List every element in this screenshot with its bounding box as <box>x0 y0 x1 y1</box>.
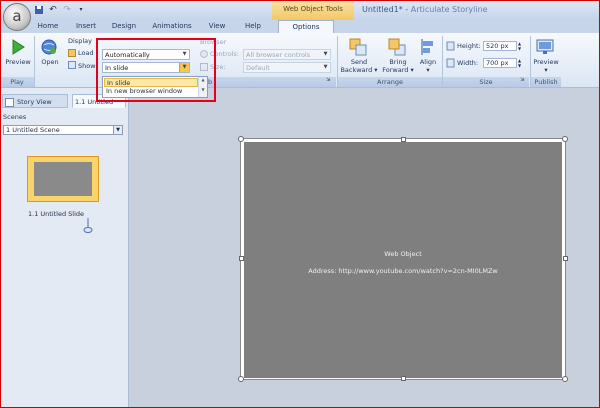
customize-qat-icon[interactable]: ▾ <box>76 5 86 15</box>
dialog-launcher-icon[interactable]: ⇲ <box>520 77 527 84</box>
send-backward-line2: Backward <box>340 66 373 74</box>
controls-dropdown[interactable]: All browser controls ▼ <box>243 49 331 60</box>
align-icon[interactable] <box>420 38 436 56</box>
browser-size-value: Default <box>246 64 270 72</box>
scene-select-value: 1 Untitled Scene <box>6 126 60 134</box>
width-value: 700 px <box>486 59 509 67</box>
open-button[interactable]: Open <box>38 58 62 66</box>
document-title: Untitled1* <box>362 5 403 14</box>
send-backward-icon[interactable] <box>349 38 367 56</box>
title-bar: ↶ ↷ ▾ Web Object Tools Untitled1* - Arti… <box>0 0 600 20</box>
scene-select[interactable]: 1 Untitled Scene ▼ <box>3 125 123 135</box>
app-menu-button[interactable]: a <box>3 3 31 31</box>
chevron-down-icon: ▼ <box>113 126 122 134</box>
load-icon <box>68 49 76 57</box>
bring-forward-line2: Forward <box>382 66 409 74</box>
tab-home[interactable]: Home <box>34 20 62 33</box>
slide-caption: 1.1 Untitled Slide <box>28 210 85 218</box>
ribbon-tabs: Home Insert Design Animations View Help … <box>0 20 600 33</box>
send-backward-button[interactable]: Send Backward ▾ <box>340 58 378 74</box>
browser-group-label: b <box>208 77 336 87</box>
publish-preview-icon[interactable] <box>536 39 554 55</box>
web-object-title: Web Object <box>384 250 422 258</box>
height-spinner-icon[interactable]: ▲ ▼ <box>518 41 525 51</box>
bring-forward-icon[interactable] <box>388 38 406 56</box>
display-header: Display <box>68 37 92 45</box>
width-icon <box>446 58 455 68</box>
width-input[interactable]: 700 px <box>483 58 517 68</box>
tab-story-view[interactable]: Story View <box>2 94 68 108</box>
tab-animations[interactable]: Animations <box>150 20 194 33</box>
show-label: Show <box>78 62 96 70</box>
width-spinner-icon[interactable]: ▲ ▼ <box>518 58 525 68</box>
window-title: Untitled1* - Articulate Storyline <box>362 5 488 14</box>
controls-value: All browser controls <box>246 51 311 59</box>
load-label: Load <box>78 49 94 57</box>
publish-group-label: Publish <box>531 77 561 87</box>
slide-thumbnail-preview <box>34 162 92 196</box>
chevron-down-icon: ▼ <box>323 51 328 57</box>
chevron-down-icon: ▼ <box>323 64 328 70</box>
size-group-label: Size <box>443 77 529 87</box>
resize-handle-top-left[interactable] <box>238 136 244 142</box>
height-icon <box>446 41 455 51</box>
resize-handle-top[interactable] <box>401 137 406 142</box>
send-backward-line1: Send <box>350 58 368 66</box>
align-label: Align <box>419 58 437 66</box>
resize-handle-left[interactable] <box>239 256 244 261</box>
web-object-tools-label: Web Object Tools <box>272 0 354 20</box>
slide: Web Object Address: http://www.youtube.c… <box>240 138 566 380</box>
scenes-label: Scenes <box>3 113 27 121</box>
story-view-label: Story View <box>17 98 52 106</box>
browser-size-dropdown[interactable]: Default ▼ <box>243 62 331 73</box>
resize-handle-bottom-right[interactable] <box>562 376 568 382</box>
resize-handle-bottom[interactable] <box>401 376 406 381</box>
app-logo: a <box>12 7 22 25</box>
width-label: Width: <box>457 59 479 67</box>
globe-icon[interactable] <box>40 38 58 56</box>
publish-preview-button[interactable]: Preview ▾ <box>532 58 560 74</box>
app-name: Articulate Storyline <box>410 5 488 14</box>
resize-handle-right[interactable] <box>563 256 568 261</box>
left-pane: Story View 1.1 Untitled Scenes 1 Untitle… <box>0 88 129 408</box>
align-button[interactable]: Align ▾ <box>418 58 438 74</box>
tab-help[interactable]: Help <box>241 20 265 33</box>
arrange-group-label: Arrange <box>338 77 442 87</box>
show-icon <box>68 61 76 69</box>
tab-insert[interactable]: Insert <box>72 20 100 33</box>
bring-forward-button[interactable]: Bring Forward ▾ <box>380 58 416 74</box>
ribbon: Preview Play Open Display Load Show Auto… <box>0 33 600 88</box>
resize-handle-bottom-left[interactable] <box>238 376 244 382</box>
web-object[interactable]: Web Object Address: http://www.youtube.c… <box>244 142 562 378</box>
highlight-box <box>96 38 216 102</box>
preview-button[interactable]: Preview <box>3 58 33 66</box>
tab-view[interactable]: View <box>205 20 229 33</box>
save-icon[interactable] <box>34 5 44 15</box>
height-value: 520 px <box>486 42 509 50</box>
publish-preview-label: Preview <box>533 58 559 66</box>
link-icon <box>82 218 94 234</box>
title-separator: - <box>402 5 411 14</box>
height-label: Height: <box>457 42 481 50</box>
height-input[interactable]: 520 px <box>483 41 517 51</box>
dialog-launcher-icon[interactable]: ⇲ <box>326 77 333 84</box>
play-group-label: Play <box>0 77 34 87</box>
story-view-icon <box>5 97 14 107</box>
tab-options[interactable]: Options <box>278 20 334 33</box>
resize-handle-top-right[interactable] <box>562 136 568 142</box>
play-icon[interactable] <box>11 39 25 55</box>
bring-forward-line1: Bring <box>389 58 407 66</box>
tab-design[interactable]: Design <box>110 20 138 33</box>
undo-icon[interactable]: ↶ <box>48 5 58 15</box>
separator <box>34 36 35 87</box>
slide-thumbnail[interactable] <box>27 156 99 202</box>
web-object-address: Address: http://www.youtube.com/watch?v=… <box>308 267 498 275</box>
redo-icon[interactable]: ↷ <box>62 5 72 15</box>
